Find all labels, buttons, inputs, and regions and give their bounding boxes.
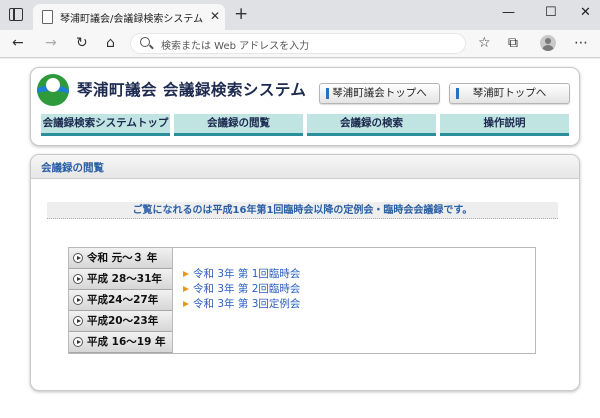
nav-search-system-top[interactable]: 会議録検索システムトップ xyxy=(41,114,170,136)
era-label: 令和 元～３ 年 xyxy=(87,252,158,264)
era-button-heisei-16-19[interactable]: 平成 16～19 年 xyxy=(69,332,172,353)
tab-actions-icon[interactable] xyxy=(9,8,23,21)
nav-instructions[interactable]: 操作説明 xyxy=(440,114,569,136)
back-icon[interactable]: ← xyxy=(12,35,24,51)
main-nav: 会議録検索システムトップ 会議録の閲覧 会議録の検索 操作説明 xyxy=(41,114,569,136)
address-placeholder[interactable]: 検索または Web アドレスを入力 xyxy=(161,37,309,52)
play-icon xyxy=(73,253,83,263)
new-tab-button[interactable]: + xyxy=(234,5,248,23)
session-list: 令和 3年 第 1回臨時会 令和 3年 第 2回臨時会 令和 3年 第 3回定例… xyxy=(183,267,300,312)
browser-titlebar: 琴浦町議会/会議録検索システム ✕ + — ☐ ✕ xyxy=(0,0,600,30)
page-content: 琴浦町議会 会議録検索システム 琴浦町議会トップへ 琴浦町トップへ 会議録検索シ… xyxy=(0,59,600,418)
panel-header: 会議録の閲覧 xyxy=(31,155,579,179)
era-label: 平成 28～31年 xyxy=(87,273,162,285)
site-header: 琴浦町議会 会議録検索システム 琴浦町議会トップへ 琴浦町トップへ 会議録検索シ… xyxy=(30,67,580,146)
browser-toolbar: ← → ↻ ⌂ 検索または Web アドレスを入力 ☆ ⧉ ⋯ xyxy=(0,30,600,58)
era-button-heisei-20-23[interactable]: 平成20～23年 xyxy=(69,311,172,332)
town-logo-icon[interactable] xyxy=(37,74,69,106)
arrow-right-icon xyxy=(183,301,189,307)
browser-tab[interactable]: 琴浦町議会/会議録検索システム ✕ xyxy=(33,4,225,30)
arrow-right-icon xyxy=(183,286,189,292)
nav-browse-minutes[interactable]: 会議録の閲覧 xyxy=(174,114,303,136)
era-label: 平成 16～19 年 xyxy=(87,336,166,348)
search-icon xyxy=(140,37,150,47)
browse-panel: 会議録の閲覧 ご覧になれるのは平成16年第1回臨時会以降の定例会・臨時会会議録で… xyxy=(30,154,580,391)
play-icon xyxy=(73,316,83,326)
link-bar-icon xyxy=(326,88,329,99)
menu-icon[interactable]: ⋯ xyxy=(574,35,588,51)
play-icon xyxy=(73,295,83,305)
era-label: 平成20～23年 xyxy=(87,315,159,327)
arrow-right-icon xyxy=(183,271,189,277)
collections-icon[interactable]: ⧉ xyxy=(508,35,518,51)
minutes-list-box: 令和 元～３ 年 平成 28～31年 平成24～27年 平成20～23年 平成 … xyxy=(68,247,536,354)
profile-icon[interactable] xyxy=(540,35,556,51)
session-label[interactable]: 令和 3年 第 3回定例会 xyxy=(193,298,300,310)
play-icon xyxy=(73,337,83,347)
session-link-r3-extra-1[interactable]: 令和 3年 第 1回臨時会 xyxy=(183,267,300,282)
close-window-button[interactable]: ✕ xyxy=(580,5,591,21)
panel-title: 会議録の閲覧 xyxy=(41,162,104,174)
nav-search-minutes[interactable]: 会議録の検索 xyxy=(307,114,436,136)
era-button-heisei-24-27[interactable]: 平成24～27年 xyxy=(69,290,172,311)
home-icon[interactable]: ⌂ xyxy=(106,35,115,51)
tab-close-icon[interactable]: ✕ xyxy=(210,9,220,23)
era-label: 平成24～27年 xyxy=(87,294,159,306)
page-favicon-icon xyxy=(42,10,53,24)
play-icon xyxy=(73,274,83,284)
town-top-link-label[interactable]: 琴浦町トップへ xyxy=(473,87,547,99)
session-label[interactable]: 令和 3年 第 2回臨時会 xyxy=(193,283,300,295)
forward-icon[interactable]: → xyxy=(45,35,57,51)
era-column: 令和 元～３ 年 平成 28～31年 平成24～27年 平成20～23年 平成 … xyxy=(69,248,173,353)
session-label[interactable]: 令和 3年 第 1回臨時会 xyxy=(193,268,300,280)
favorites-icon[interactable]: ☆ xyxy=(478,35,491,51)
reload-icon[interactable]: ↻ xyxy=(76,35,88,51)
address-bar[interactable]: 検索または Web アドレスを入力 xyxy=(130,33,466,54)
maximize-button[interactable]: ☐ xyxy=(545,5,557,21)
site-title[interactable]: 琴浦町議会 会議録検索システム xyxy=(77,78,306,100)
council-top-link[interactable]: 琴浦町議会トップへ xyxy=(319,83,440,104)
link-bar-icon xyxy=(456,88,459,99)
session-link-r3-extra-2[interactable]: 令和 3年 第 2回臨時会 xyxy=(183,282,300,297)
council-top-link-label[interactable]: 琴浦町議会トップへ xyxy=(332,87,427,99)
session-link-r3-regular-3[interactable]: 令和 3年 第 3回定例会 xyxy=(183,297,300,312)
era-button-reiwa-1-3[interactable]: 令和 元～３ 年 xyxy=(69,248,172,269)
tab-title: 琴浦町議会/会議録検索システム xyxy=(60,14,204,25)
minimize-button[interactable]: — xyxy=(502,5,515,21)
town-top-link[interactable]: 琴浦町トップへ xyxy=(449,83,570,104)
availability-notice: ご覧になれるのは平成16年第1回臨時会以降の定例会・臨時会会議録です。 xyxy=(47,202,558,219)
era-button-heisei-28-31[interactable]: 平成 28～31年 xyxy=(69,269,172,290)
